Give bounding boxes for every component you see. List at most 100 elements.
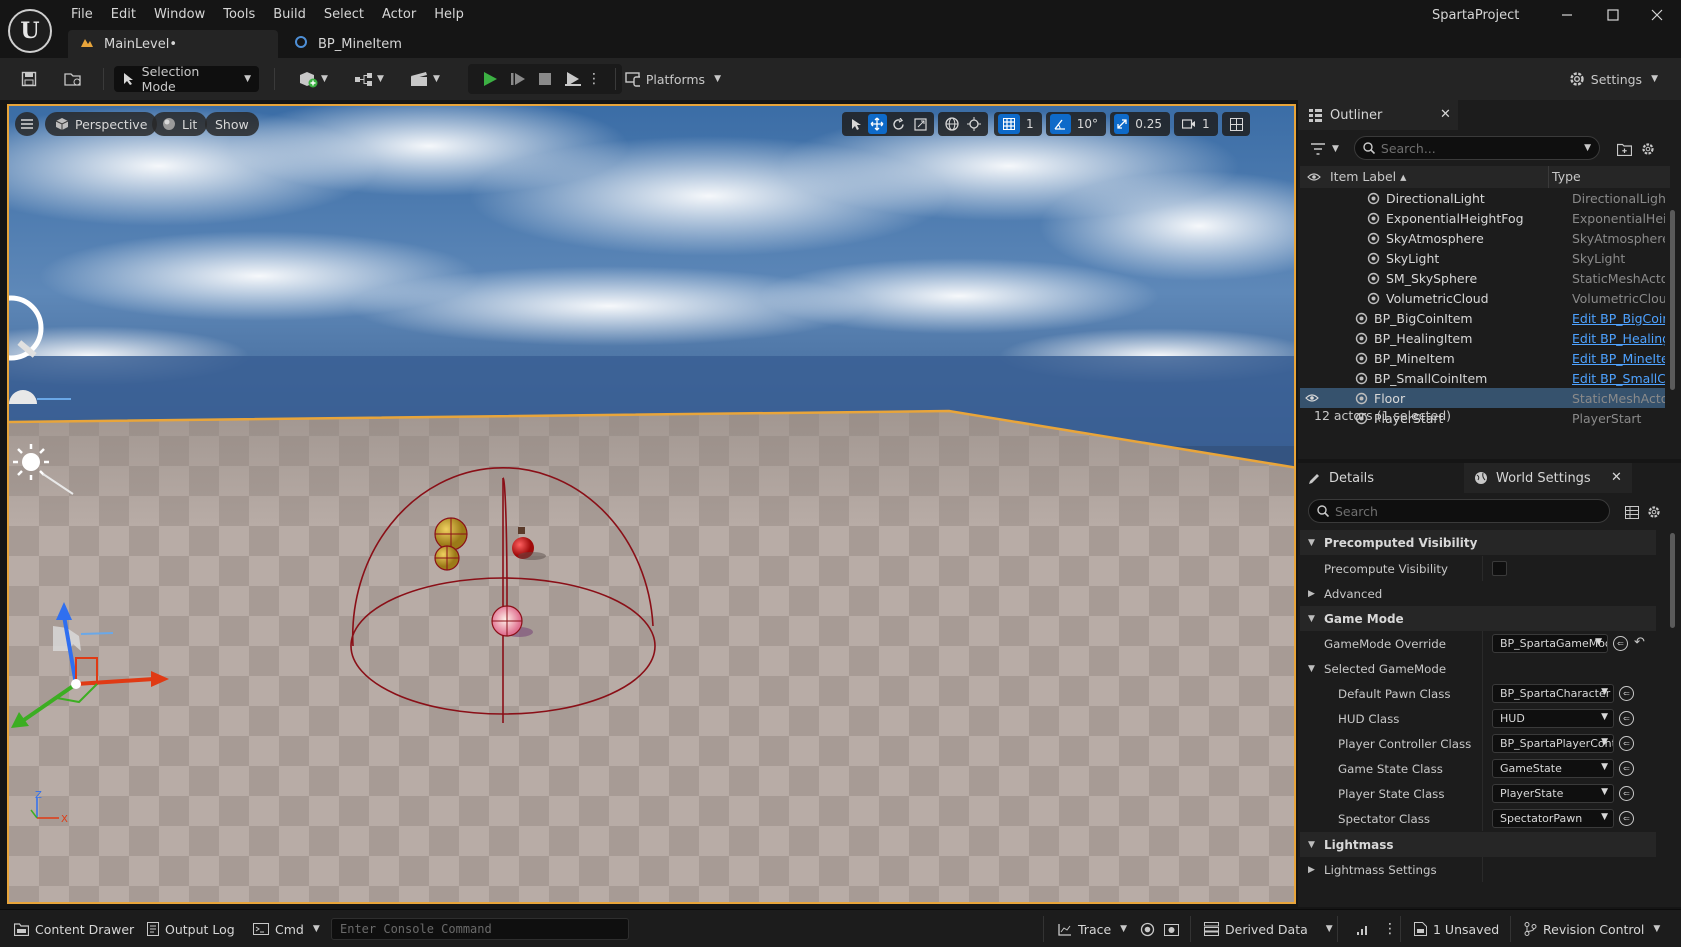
class-dropdown[interactable]: PlayerState ▼ xyxy=(1492,784,1614,803)
details-settings-button[interactable] xyxy=(1644,501,1664,523)
close-icon[interactable]: ✕ xyxy=(1440,107,1451,122)
level-viewport[interactable]: Z X Perspective Lit Show 1 10° 0.25 1 xyxy=(7,104,1296,904)
scale-snap-control[interactable]: 0.25 xyxy=(1110,112,1170,136)
outliner-row[interactable]: BP_BigCoinItem Edit BP_BigCoinItem xyxy=(1300,308,1665,328)
browse-asset-icon[interactable]: ⇐ xyxy=(1619,686,1634,701)
outliner-settings-button[interactable] xyxy=(1638,138,1658,160)
details-scrollbar[interactable] xyxy=(1670,533,1675,628)
outliner-row[interactable]: ExponentialHeightFog ExponentialHeightFog xyxy=(1300,208,1665,228)
settings-dropdown[interactable]: Settings ▼ xyxy=(1568,66,1658,92)
class-dropdown[interactable]: HUD ▼ xyxy=(1492,709,1614,728)
chevron-down-icon[interactable]: ▼ xyxy=(1584,143,1591,153)
class-dropdown[interactable]: BP_SpartaCharacter ▼ xyxy=(1492,684,1614,703)
eye-icon[interactable] xyxy=(1305,391,1319,405)
edit-blueprint-link[interactable]: Edit BP_MineItem xyxy=(1572,351,1665,366)
network-status-button[interactable] xyxy=(1356,918,1370,940)
bp-smallcoin-item[interactable] xyxy=(434,545,460,571)
advance-frame-button[interactable] xyxy=(506,66,530,92)
tab-mainlevel[interactable]: MainLevel• xyxy=(68,30,278,58)
add-folder-button[interactable] xyxy=(1614,138,1634,160)
close-window-button[interactable] xyxy=(1638,4,1676,26)
prop-selected-gamemode[interactable]: ▼ Selected GameMode xyxy=(1300,656,1656,681)
outliner-row[interactable]: BP_HealingItem Edit BP_HealingItem xyxy=(1300,328,1665,348)
derived-data-dropdown[interactable]: Derived Data ▼ xyxy=(1204,918,1333,940)
grid-snap-control[interactable]: 1 xyxy=(994,112,1042,136)
viewport-scene[interactable]: Z X xyxy=(9,106,1296,904)
menu-file[interactable]: File xyxy=(62,4,102,26)
save-button[interactable] xyxy=(16,66,42,92)
scale-snap-value[interactable]: 0.25 xyxy=(1131,117,1166,131)
edit-blueprint-link[interactable]: Edit BP_BigCoinItem xyxy=(1572,311,1665,326)
trace-snapshot-button[interactable] xyxy=(1164,918,1179,940)
console-command-input[interactable] xyxy=(332,919,628,939)
precompute-visibility-checkbox[interactable] xyxy=(1492,561,1507,576)
section-game-mode[interactable]: ▼ Game Mode xyxy=(1300,606,1656,631)
outliner-row[interactable]: VolumetricCloud VolumetricCloud xyxy=(1300,288,1665,308)
surface-snapping-icon[interactable] xyxy=(964,114,984,134)
camera-speed-value[interactable]: 1 xyxy=(1202,117,1210,131)
more-options-icon[interactable]: ⋮ xyxy=(587,66,601,92)
edit-blueprint-link[interactable]: Edit BP_HealingItem xyxy=(1572,331,1665,346)
show-dropdown[interactable]: Show xyxy=(205,112,259,136)
console-command[interactable] xyxy=(331,918,629,940)
menu-select[interactable]: Select xyxy=(315,4,373,26)
browse-asset-icon[interactable]: ⇐ xyxy=(1619,811,1634,826)
browse-level-button[interactable] xyxy=(60,66,86,92)
scale-snap-icon[interactable] xyxy=(1114,114,1130,134)
outliner-scrollbar[interactable] xyxy=(1670,210,1675,390)
reset-to-default-icon[interactable]: ↶ xyxy=(1634,635,1645,650)
cinematics-button[interactable]: ▼ xyxy=(405,66,445,92)
revision-control-dropdown[interactable]: Revision Control ▼ xyxy=(1524,918,1660,940)
cmd-dropdown[interactable]: Cmd ▼ xyxy=(253,918,320,940)
class-dropdown[interactable]: SpectatorPawn ▼ xyxy=(1492,809,1614,828)
lit-dropdown[interactable]: Lit xyxy=(152,112,208,136)
class-dropdown[interactable]: GameState ▼ xyxy=(1492,759,1614,778)
browse-asset-icon[interactable]: ⇐ xyxy=(1613,636,1628,651)
viewport-layout-icon[interactable] xyxy=(1226,114,1246,134)
output-log-button[interactable]: Output Log xyxy=(147,918,235,940)
unsaved-button[interactable]: 1 Unsaved xyxy=(1414,918,1499,940)
tab-world-settings[interactable]: World Settings xyxy=(1464,463,1632,493)
maximize-button[interactable] xyxy=(1594,4,1632,26)
property-matrix-button[interactable] xyxy=(1622,501,1642,523)
viewport-layout-control[interactable] xyxy=(1222,112,1250,136)
outliner-row[interactable]: BP_MineItem Edit BP_MineItem xyxy=(1300,348,1665,368)
type-column[interactable]: Type xyxy=(1552,169,1581,184)
outliner-row[interactable]: Floor StaticMeshActor xyxy=(1300,388,1665,408)
menu-actor[interactable]: Actor xyxy=(373,4,425,26)
prop-advanced[interactable]: ▶ Advanced xyxy=(1300,581,1656,606)
menu-help[interactable]: Help xyxy=(425,4,473,26)
bp-bigcoin-item[interactable] xyxy=(434,517,468,551)
blueprints-button[interactable]: ▼ xyxy=(349,66,389,92)
viewport-menu-button[interactable] xyxy=(15,112,39,136)
rotation-snap-icon[interactable] xyxy=(1050,114,1071,134)
outliner-search[interactable]: ▼ xyxy=(1354,136,1600,160)
class-dropdown[interactable]: BP_SpartaPlayerController▼ xyxy=(1492,734,1614,753)
unreal-logo-icon[interactable]: U xyxy=(8,9,52,53)
play-button[interactable] xyxy=(478,66,502,92)
camera-speed-icon[interactable] xyxy=(1178,114,1200,134)
filter-dropdown[interactable]: ▼ xyxy=(1308,138,1342,160)
tab-outliner[interactable]: Outliner xyxy=(1298,100,1458,130)
menu-edit[interactable]: Edit xyxy=(102,4,145,26)
browse-asset-icon[interactable]: ⇐ xyxy=(1619,761,1634,776)
world-coordinates-icon[interactable] xyxy=(942,114,962,134)
section-lightmass[interactable]: ▼ Lightmass xyxy=(1300,832,1656,857)
menu-build[interactable]: Build xyxy=(264,4,315,26)
platforms-dropdown[interactable]: Platforms ▼ xyxy=(625,66,721,92)
grid-snap-icon[interactable] xyxy=(998,114,1020,134)
close-icon[interactable]: ✕ xyxy=(1611,470,1622,485)
menu-window[interactable]: Window xyxy=(145,4,214,26)
record-trace-button[interactable] xyxy=(1140,918,1155,940)
outliner-search-input[interactable] xyxy=(1380,140,1599,156)
prop-lightmass-settings[interactable]: ▶ Lightmass Settings xyxy=(1300,857,1656,882)
section-precomputed-visibility[interactable]: ▼ Precomputed Visibility xyxy=(1300,530,1656,555)
menu-tools[interactable]: Tools xyxy=(214,4,264,26)
scale-tool-icon[interactable] xyxy=(911,114,931,134)
selection-mode-dropdown[interactable]: Selection Mode ▼ xyxy=(114,64,259,94)
outliner-row[interactable]: SkyLight SkyLight xyxy=(1300,248,1665,268)
play-mode-button[interactable] xyxy=(560,66,586,92)
details-search[interactable] xyxy=(1308,499,1610,523)
add-actor-button[interactable]: ▼ xyxy=(293,66,333,92)
camera-speed-control[interactable]: 1 xyxy=(1174,112,1218,136)
